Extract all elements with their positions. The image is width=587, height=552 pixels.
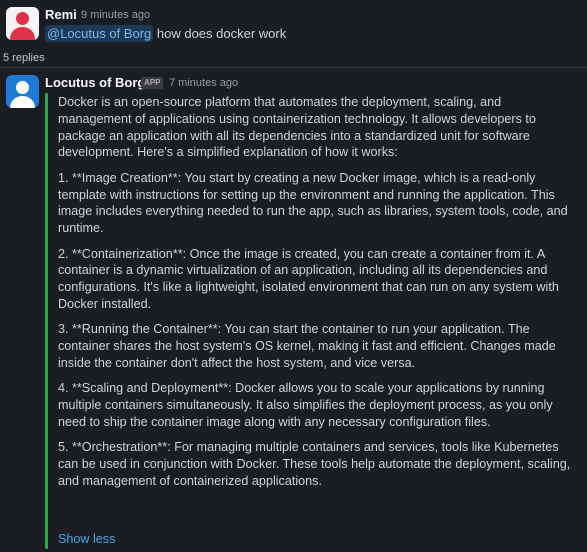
message-body: Docker is an open-source platform that a… — [58, 94, 578, 498]
quote-bar — [45, 93, 48, 549]
answer-paragraph: 5. **Orchestration**: For managing multi… — [58, 440, 571, 488]
replies-count: 5 replies — [3, 52, 45, 64]
avatar-head-shape — [16, 12, 29, 25]
answer-paragraph: Docker is an open-source platform that a… — [58, 95, 536, 160]
message-remi: Remi 9 minutes ago @Locutus of Borg how … — [0, 0, 587, 50]
message-body: how does docker work — [156, 26, 287, 41]
message-author[interactable]: Locutus of Borg — [45, 75, 145, 90]
user-mention[interactable]: @Locutus of Borg — [45, 25, 154, 42]
answer-paragraph: 4. **Scaling and Deployment**: Docker al… — [58, 381, 553, 429]
answer-paragraph: 1. **Image Creation**: You start by crea… — [58, 170, 568, 236]
avatar-head-shape — [16, 81, 29, 94]
answer-paragraph: 3. **Running the Container**: You can st… — [58, 322, 556, 370]
replies-divider — [0, 67, 587, 68]
show-less-link[interactable]: Show less — [58, 532, 115, 546]
message-text: @Locutus of Borg how does docker work — [45, 25, 287, 42]
answer-paragraph: 2. **Containerization**: Once the image … — [58, 246, 559, 311]
app-badge: APP — [141, 77, 164, 89]
user-avatar-icon[interactable] — [6, 7, 39, 40]
avatar-body-shape — [10, 27, 35, 40]
thread-view: Remi 9 minutes ago @Locutus of Borg how … — [0, 0, 587, 552]
avatar-body-shape — [10, 96, 35, 108]
app-avatar-icon[interactable] — [6, 75, 39, 108]
message-timestamp[interactable]: 7 minutes ago — [169, 77, 238, 89]
message-timestamp[interactable]: 9 minutes ago — [81, 9, 150, 21]
message-author[interactable]: Remi — [45, 7, 77, 22]
